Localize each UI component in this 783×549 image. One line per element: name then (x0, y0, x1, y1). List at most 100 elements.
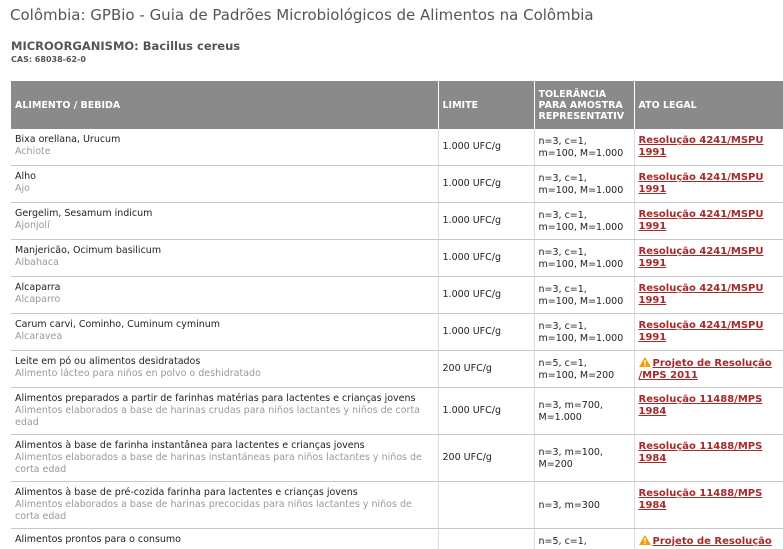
warning-icon (638, 535, 651, 545)
standards-table-container: ALIMENTO / BEBIDA LIMITE TOLERÂNCIA PARA… (11, 81, 783, 549)
table-row: Alho Ajo 1.000 UFC/g n=3, c=1, m=100, M=… (11, 165, 783, 203)
food-name: Alimentos à base de pré-cozida farinha p… (15, 487, 358, 498)
page-title: Colômbia: GPBio - Guia de Padrões Microb… (10, 6, 594, 24)
table-row: Carum carvi, Cominho, Cuminum cyminum Al… (11, 313, 783, 351)
legal-cell: Projeto de Resolução/MPS 2011 (634, 350, 783, 388)
food-name-spanish: Albahaca (15, 257, 59, 268)
food-name-spanish: Ajonjolí (15, 220, 50, 231)
column-header-legal: ATO LEGAL (634, 81, 783, 129)
table-row: Alimentos prontos para o consumo n=5, c=… (11, 528, 783, 549)
legal-cell: Resolução 4241/MSPU 1991 (634, 129, 783, 166)
legal-cell: Resolução 4241/MSPU 1991 (634, 165, 783, 203)
tolerance-cell: n=3, c=1, m=100, M=1.000 (534, 165, 635, 203)
legal-cell: Resolução 11488/MPS 1984 (634, 434, 783, 482)
tolerance-cell: n=3, c=1, m=100, M=1.000 (534, 239, 635, 277)
food-cell: Alimentos à base de pré-cozida farinha p… (11, 481, 439, 529)
limit-cell: 1.000 UFC/g (438, 276, 535, 314)
microorganism-label: MICROORGANISMO: (11, 39, 139, 53)
limit-cell: 1.000 UFC/g (438, 165, 535, 203)
food-name: Alimentos à base de farinha instantânea … (15, 440, 365, 451)
tolerance-cell: n=3, c=1, m=100, M=1.000 (534, 276, 635, 314)
legal-act-link[interactable]: Resolução 4241/MSPU 1991 (639, 283, 780, 307)
tolerance-cell: n=5, c=1, (534, 528, 635, 549)
limit-cell: 1.000 UFC/g (438, 387, 535, 435)
legal-cell: Resolução 4241/MSPU 1991 (634, 313, 783, 351)
tolerance-cell: n=3, m=100, M=200 (534, 434, 635, 482)
legal-act-link[interactable]: Projeto de Resolução/MPS 2011 (638, 357, 780, 382)
food-cell: Alcaparra Alcaparro (11, 276, 439, 314)
legal-act-link[interactable]: Resolução 4241/MSPU 1991 (639, 209, 780, 233)
table-row: Gergelim, Sesamum indicum Ajonjolí 1.000… (11, 202, 783, 240)
table-row: Alimentos à base de farinha instantânea … (11, 434, 783, 482)
food-name-spanish: Alcaravea (15, 331, 63, 342)
food-name-spanish: Ajo (15, 183, 30, 194)
table-row: Alcaparra Alcaparro 1.000 UFC/g n=3, c=1… (11, 276, 783, 314)
legal-cell: Projeto de Resolução (634, 528, 783, 549)
food-cell: Alimentos prontos para o consumo (11, 528, 439, 549)
limit-cell: 1.000 UFC/g (438, 202, 535, 240)
food-name-spanish: Alimentos elaborados a base de harinas p… (15, 499, 412, 522)
food-name: Alho (15, 171, 36, 182)
food-cell: Alho Ajo (11, 165, 439, 203)
food-name-spanish: Alimento lácteo para niños en polvo o de… (15, 368, 261, 379)
column-header-tolerance: TOLERÂNCIA PARA AMOSTRA REPRESENTATIV (534, 81, 635, 129)
table-row: Bixa orellana, Urucum Achiote 1.000 UFC/… (11, 129, 783, 166)
limit-cell: 1.000 UFC/g (438, 313, 535, 351)
food-name: Carum carvi, Cominho, Cuminum cyminum (15, 319, 221, 330)
tolerance-cell: n=3, c=1, m=100, M=1.000 (534, 202, 635, 240)
limit-cell (438, 528, 535, 549)
food-cell: Alimentos à base de farinha instantânea … (11, 434, 439, 482)
food-name: Alimentos prontos para o consumo (15, 534, 181, 545)
legal-act-link[interactable]: Resolução 4241/MSPU 1991 (639, 172, 780, 196)
food-name: Alimentos preparados a partir de farinha… (15, 393, 416, 404)
tolerance-cell: n=3, c=1, m=100, M=1.000 (534, 313, 635, 351)
food-cell: Bixa orellana, Urucum Achiote (11, 129, 439, 166)
table-row: Alimentos preparados a partir de farinha… (11, 387, 783, 435)
legal-cell: Resolução 4241/MSPU 1991 (634, 276, 783, 314)
food-cell: Manjericão, Ocimum basilicum Albahaca (11, 239, 439, 277)
legal-cell: Resolução 4241/MSPU 1991 (634, 202, 783, 240)
legal-cell: Resolução 4241/MSPU 1991 (634, 239, 783, 277)
legal-act-link[interactable]: Resolução 4241/MSPU 1991 (639, 320, 780, 344)
limit-cell: 1.000 UFC/g (438, 239, 535, 277)
food-name-spanish: Alcaparro (15, 294, 61, 305)
legal-act-link[interactable]: Resolução 4241/MSPU 1991 (639, 135, 780, 159)
microorganism-name: Bacillus cereus (142, 39, 241, 53)
legal-cell: Resolução 11488/MPS 1984 (634, 387, 783, 435)
column-header-limit: LIMITE (438, 81, 535, 129)
limit-cell: 200 UFC/g (438, 434, 535, 482)
warning-icon (638, 357, 651, 367)
food-name-spanish: Achiote (15, 146, 51, 157)
food-cell: Alimentos preparados a partir de farinha… (11, 387, 439, 435)
legal-act-link[interactable]: Resolução 4241/MSPU 1991 (639, 246, 780, 270)
tolerance-cell: n=3, c=1, m=100, M=1.000 (534, 129, 635, 166)
cas-number: CAS: 68038-62-0 (11, 55, 86, 64)
food-cell: Gergelim, Sesamum indicum Ajonjolí (11, 202, 439, 240)
food-name: Bixa orellana, Urucum (15, 134, 121, 145)
microorganism-heading: MICROORGANISMO: Bacillus cereus (11, 39, 240, 53)
legal-act-link[interactable]: Projeto de Resolução (638, 535, 780, 548)
legal-act-link[interactable]: Resolução 11488/MPS 1984 (639, 488, 780, 512)
legal-act-link[interactable]: Resolução 11488/MPS 1984 (639, 394, 780, 418)
food-name-spanish: Alimentos elaborados a base de harinas i… (15, 452, 422, 475)
legal-act-link[interactable]: Resolução 11488/MPS 1984 (639, 441, 780, 465)
food-name-spanish: Alimentos elaborados a base de harinas c… (15, 405, 421, 428)
food-cell: Carum carvi, Cominho, Cuminum cyminum Al… (11, 313, 439, 351)
limit-cell: 200 UFC/g (438, 350, 535, 388)
tolerance-cell: n=5, c=1, m=100, M=200 (534, 350, 635, 388)
table-header-row: ALIMENTO / BEBIDA LIMITE TOLERÂNCIA PARA… (11, 81, 783, 129)
limit-cell (438, 481, 535, 529)
limit-cell: 1.000 UFC/g (438, 129, 535, 166)
legal-cell: Resolução 11488/MPS 1984 (634, 481, 783, 529)
food-cell: Leite em pó ou alimentos desidratados Al… (11, 350, 439, 388)
table-row: Manjericão, Ocimum basilicum Albahaca 1.… (11, 239, 783, 277)
food-name: Manjericão, Ocimum basilicum (15, 245, 162, 256)
food-name: Leite em pó ou alimentos desidratados (15, 356, 201, 367)
tolerance-cell: n=3, m=700, M=1.000 (534, 387, 635, 435)
table-row: Alimentos à base de pré-cozida farinha p… (11, 481, 783, 529)
table-row: Leite em pó ou alimentos desidratados Al… (11, 350, 783, 388)
standards-table: ALIMENTO / BEBIDA LIMITE TOLERÂNCIA PARA… (11, 81, 783, 549)
column-header-food: ALIMENTO / BEBIDA (11, 81, 439, 129)
tolerance-cell: n=3, m=300 (534, 481, 635, 529)
food-name: Gergelim, Sesamum indicum (15, 208, 153, 219)
